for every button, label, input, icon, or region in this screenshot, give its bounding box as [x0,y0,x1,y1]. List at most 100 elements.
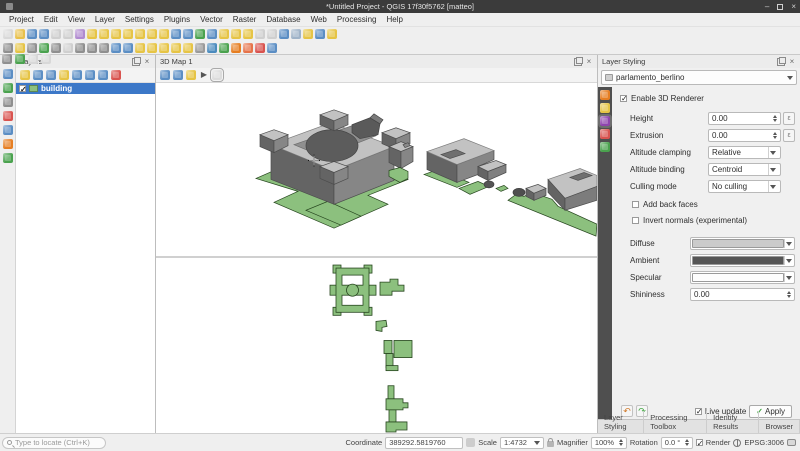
current-edits-icon[interactable] [3,43,13,53]
redo-icon[interactable] [123,43,133,53]
menu-item[interactable]: Web [306,13,332,27]
data-source-manager-icon[interactable] [3,69,13,79]
layout-manager-icon[interactable] [63,29,73,39]
dock-tab[interactable]: Layer Styling [598,411,644,433]
zoom-in-icon[interactable] [111,29,121,39]
close-panel-icon[interactable]: × [585,58,593,66]
map-canvas-2d[interactable] [156,258,597,433]
measure-icon[interactable] [291,29,301,39]
snapping-icon[interactable] [2,54,12,64]
invert-normals-checkbox[interactable] [632,217,639,224]
pan-to-selection-icon[interactable] [99,29,109,39]
new-project-icon[interactable] [3,29,13,39]
menu-item[interactable]: Database [261,13,305,27]
circle-tool2-icon[interactable] [41,54,51,64]
select-features-icon[interactable] [219,29,229,39]
dock-tab[interactable]: Identify Results [707,411,759,433]
culling-mode-dropdown[interactable]: No culling [708,180,781,193]
menu-item[interactable]: Vector [195,13,228,27]
add-wms-layer-icon[interactable] [3,139,13,149]
save-as-icon[interactable] [39,29,49,39]
history-tab-icon[interactable] [600,142,610,152]
statistics-icon[interactable] [279,29,289,39]
menu-item[interactable]: Settings [120,13,159,27]
save-project-icon[interactable] [27,29,37,39]
sum-icon[interactable] [303,29,313,39]
close-panel-icon[interactable]: × [143,58,151,66]
zoom-to-layer-icon[interactable] [159,29,169,39]
layer-diagram-icon[interactable] [147,43,157,53]
python-console-icon[interactable] [327,29,337,39]
menu-item[interactable]: Processing [332,13,382,27]
diffuse-color-dropdown[interactable] [690,237,795,250]
attribute-table-icon[interactable] [255,29,265,39]
filter-expression-icon[interactable] [72,70,82,80]
zoom-next-icon[interactable] [183,29,193,39]
menu-item[interactable]: Help [381,13,407,27]
live-update-checkbox[interactable] [695,408,702,415]
menu-item[interactable]: View [63,13,90,27]
altitude-binding-dropdown[interactable]: Centroid [708,163,781,176]
menu-item[interactable]: Plugins [159,13,195,27]
style-manager-icon[interactable] [75,29,85,39]
options-gear-icon[interactable] [212,70,222,80]
animations-icon[interactable]: ▶ [199,70,209,80]
refresh-icon[interactable] [195,29,205,39]
dock-tab[interactable]: Browser [759,420,800,433]
expand-all-icon[interactable] [85,70,95,80]
new-layout-icon[interactable] [51,29,61,39]
coordinate-input[interactable]: 389292.5819760 [385,437,463,449]
map3d-viewport[interactable] [156,83,597,256]
altitude-clamping-dropdown[interactable]: Relative [708,146,781,159]
magnifier-spinbox[interactable]: 100% [591,437,627,449]
locator-search-input[interactable]: Type to locate (Ctrl+K) [2,437,106,449]
messages-icon[interactable] [787,439,796,446]
labels-tab-icon[interactable] [600,103,610,113]
menu-item[interactable]: Edit [39,13,63,27]
layer-item-building[interactable]: building [16,83,155,94]
view-3d-tab-icon[interactable] [600,116,610,126]
highlight-labels-icon[interactable] [171,43,181,53]
remove-layer-icon[interactable] [111,70,121,80]
height-spinbox[interactable]: 0.00 [708,112,781,125]
zoom-last-icon[interactable] [171,29,181,39]
layer-labeling-icon[interactable] [135,43,145,53]
crs-status[interactable]: EPSG:3006 [744,438,784,447]
select-by-expression-icon[interactable] [231,29,241,39]
new-geopackage-icon[interactable] [3,153,13,163]
extents-icon[interactable] [466,438,475,447]
filter-legend-icon[interactable] [59,70,69,80]
mesh-calculator-icon[interactable] [195,43,205,53]
field-calculator-icon[interactable] [267,29,277,39]
help-contents-icon[interactable] [267,43,277,53]
georeferencer-icon[interactable] [255,43,265,53]
save-as-image-icon[interactable] [173,70,183,80]
vertex-tool-icon[interactable] [51,43,61,53]
python-plugin-icon[interactable] [207,43,217,53]
tracing-icon[interactable] [15,54,25,64]
add-back-faces-checkbox[interactable] [632,201,639,208]
data-defined-override-button[interactable]: ε [783,112,795,125]
diagrams-tab-icon[interactable] [600,129,610,139]
layer-visibility-checkbox[interactable] [19,85,26,92]
render-checkbox[interactable] [696,439,703,446]
rotation-spinbox[interactable]: 0.0 ° [661,437,693,449]
deselect-icon[interactable] [243,29,253,39]
zoom-out-icon[interactable] [123,29,133,39]
zoom-to-selection-icon[interactable] [147,29,157,39]
add-mesh-layer-icon[interactable] [3,111,13,121]
minimize-button[interactable]: – [765,0,769,13]
measure-line-3d-icon[interactable] [186,70,196,80]
identify-icon[interactable] [207,29,217,39]
move-label-icon[interactable] [183,43,193,53]
toggle-editing-icon[interactable] [15,43,25,53]
float-panel-icon[interactable] [132,58,140,66]
plugin-settings-icon[interactable] [231,43,241,53]
symbology-tab-icon[interactable] [600,90,610,100]
enable-3d-renderer-checkbox[interactable] [620,95,627,102]
camera-control-icon[interactable] [160,70,170,80]
circle-tool-icon[interactable] [28,54,38,64]
digitize-polygon-icon[interactable] [39,43,49,53]
add-vector-layer-icon[interactable] [3,83,13,93]
manage-map-themes-icon[interactable] [46,70,56,80]
